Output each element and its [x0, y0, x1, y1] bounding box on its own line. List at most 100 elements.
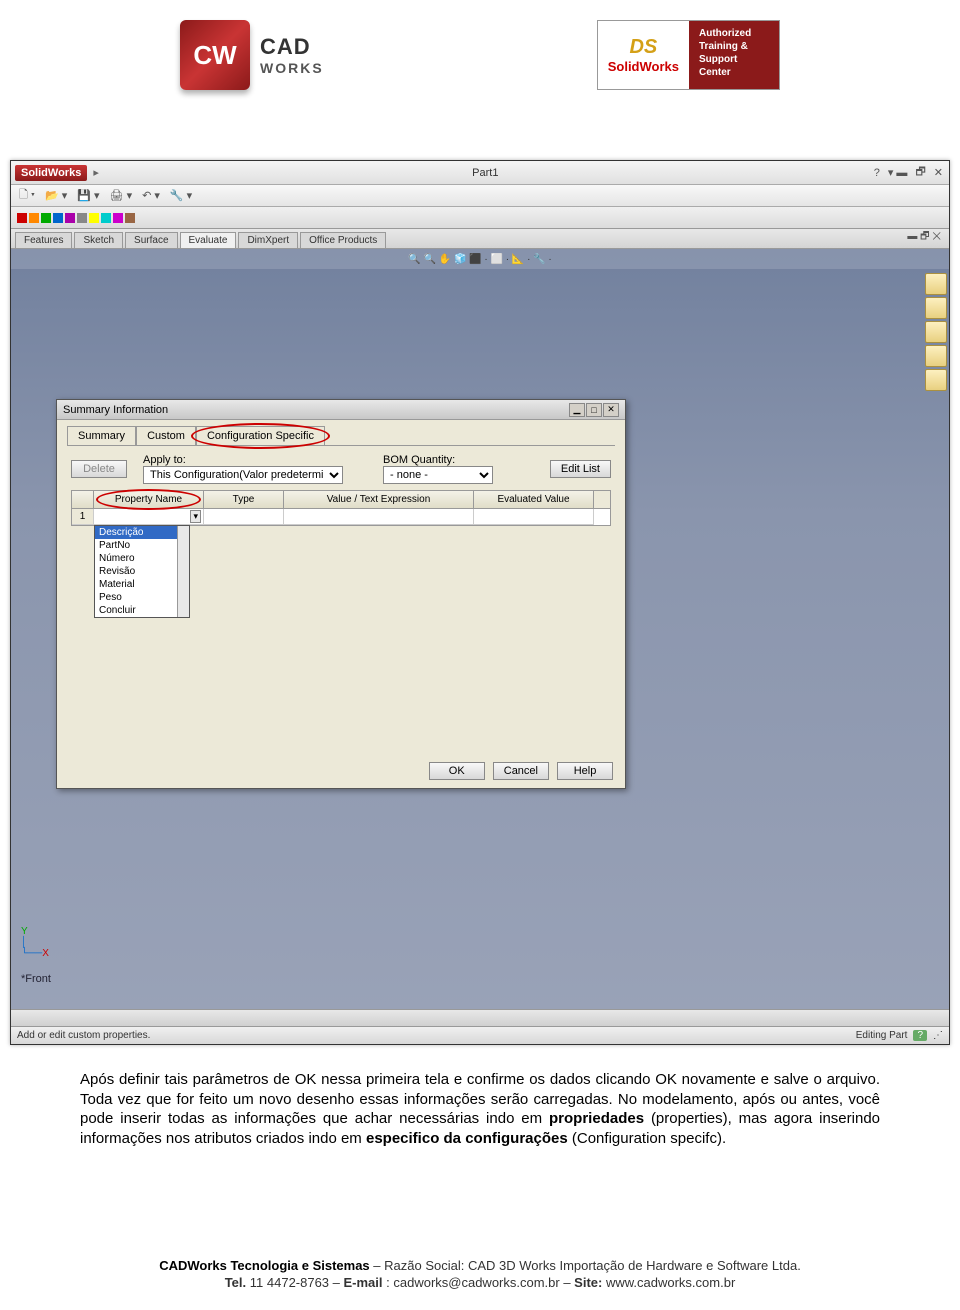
footer-company-rest: – Razão Social: CAD 3D Works Importação …	[373, 1258, 801, 1273]
tab-evaluate[interactable]: Evaluate	[180, 232, 237, 248]
minimize-icon[interactable]: ▾ ▬	[886, 166, 910, 179]
graphics-area: Summary Information ▁ □ ✕ Summary Custom…	[11, 269, 949, 1009]
document-title: Part1	[99, 167, 872, 179]
color-magenta-icon[interactable]	[113, 213, 123, 223]
property-name-dropdown[interactable]: Descrição PartNo Número Revisão Material…	[94, 525, 190, 618]
body-bold-propriedades: propriedades	[549, 1110, 644, 1127]
dropdown-item[interactable]: Material	[95, 578, 189, 591]
color-green-icon[interactable]	[41, 213, 51, 223]
dialog-tabs: Summary Custom Configuration Specific	[57, 420, 625, 445]
task-pane-icon[interactable]	[925, 273, 947, 295]
dropdown-item[interactable]: Concluir	[95, 604, 189, 617]
apply-to-combo[interactable]: This Configuration(Valor predetermina	[143, 466, 343, 484]
page-footer: CADWorks Tecnologia e Sistemas – Razão S…	[0, 1258, 960, 1310]
color-yellow-icon[interactable]	[89, 213, 99, 223]
color-gray-icon[interactable]	[77, 213, 87, 223]
help-menu[interactable]: ?	[872, 167, 882, 179]
status-help-icon[interactable]: ?	[913, 1030, 927, 1041]
tab-office-products[interactable]: Office Products	[300, 232, 386, 248]
solidworks-badge-text: Authorized Training & Support Center	[689, 21, 779, 89]
delete-button[interactable]: Delete	[71, 460, 127, 478]
viewport-restore-icon[interactable]: ▬ 🗗 ✕	[903, 227, 945, 248]
status-mode: Editing Part	[856, 1030, 908, 1041]
summary-information-dialog: Summary Information ▁ □ ✕ Summary Custom…	[56, 399, 626, 789]
color-blue-icon[interactable]	[53, 213, 63, 223]
task-pane-icon[interactable]	[925, 369, 947, 391]
footer-site-label: Site:	[574, 1275, 602, 1290]
color-purple-icon[interactable]	[65, 213, 75, 223]
solidworks-name: SolidWorks	[608, 59, 679, 74]
cadworks-subname: WORKS	[260, 60, 324, 76]
dropdown-item[interactable]: Descrição	[95, 526, 189, 539]
dialog-titlebar[interactable]: Summary Information ▁ □ ✕	[57, 400, 625, 420]
bom-quantity-label: BOM Quantity:	[383, 454, 493, 466]
value-cell[interactable]	[284, 509, 474, 525]
col-type[interactable]: Type	[204, 491, 284, 508]
dropdown-item[interactable]: Revisão	[95, 565, 189, 578]
help-button[interactable]: Help	[557, 762, 613, 780]
color-toolbar	[11, 207, 949, 229]
dialog-footer: OK Cancel Help	[429, 762, 613, 780]
restore-icon[interactable]: 🗗	[913, 163, 927, 182]
view-toolbar[interactable]: 🔍 🔍 ✋ 🧊 ⬛ · ⬜ · 📐 · 🔧 ·	[11, 249, 949, 269]
cancel-button[interactable]: Cancel	[493, 762, 549, 780]
ok-button[interactable]: OK	[429, 762, 485, 780]
cadworks-name: CAD	[260, 34, 311, 59]
task-pane-icon[interactable]	[925, 297, 947, 319]
dialog-minimize-icon[interactable]: ▁	[569, 403, 585, 417]
color-red-icon[interactable]	[17, 213, 27, 223]
view-triad-icon: Y │ └──X	[21, 926, 49, 959]
quick-access-toolbar: 🗋 ▾ 📂 ▾ 💾 ▾ 🖨 ▾ ↶ ▾ 🔧 ▾	[11, 185, 949, 207]
footer-tel: 11 4472-8763 –	[250, 1275, 344, 1290]
dropdown-item[interactable]: Número	[95, 552, 189, 565]
property-name-cell[interactable]: ▾	[94, 509, 204, 525]
save-icon[interactable]: 💾 ▾	[75, 189, 101, 202]
edit-list-button[interactable]: Edit List	[550, 460, 611, 478]
dialog-tab-custom[interactable]: Custom	[136, 426, 196, 445]
solidworks-screenshot: SolidWorks ▸ Part1 ? ▾ ▬ 🗗 ✕ 🗋 ▾ 📂 ▾ 💾 ▾…	[10, 160, 950, 1045]
task-pane-icon[interactable]	[925, 345, 947, 367]
solidworks-badge: DS SolidWorks Authorized Training & Supp…	[597, 20, 780, 90]
tab-sketch[interactable]: Sketch	[74, 232, 123, 248]
dialog-tab-configuration-specific[interactable]: Configuration Specific	[196, 426, 325, 445]
dialog-maximize-icon[interactable]: □	[586, 403, 602, 417]
dialog-tab-summary[interactable]: Summary	[67, 426, 136, 445]
tab-dimxpert[interactable]: DimXpert	[238, 232, 298, 248]
col-evaluated[interactable]: Evaluated Value	[474, 491, 594, 508]
footer-email: : cadworks@cadworks.com.br –	[386, 1275, 574, 1290]
tab-features[interactable]: Features	[15, 232, 72, 248]
col-property-name[interactable]: Property Name	[94, 491, 204, 508]
dialog-title: Summary Information	[63, 404, 168, 416]
close-icon[interactable]: ✕	[932, 166, 945, 179]
color-cyan-icon[interactable]	[101, 213, 111, 223]
status-grip-icon: ⋰	[933, 1030, 943, 1041]
dropdown-item[interactable]: Peso	[95, 591, 189, 604]
body-text-3: (Configuration specifc).	[572, 1130, 726, 1147]
col-value[interactable]: Value / Text Expression	[284, 491, 474, 508]
new-icon[interactable]: 🗋 ▾	[17, 186, 37, 205]
open-icon[interactable]: 📂 ▾	[43, 189, 69, 202]
status-bar: Add or edit custom properties. Editing P…	[11, 1026, 949, 1044]
dialog-close-icon[interactable]: ✕	[603, 403, 619, 417]
color-brown-icon[interactable]	[125, 213, 135, 223]
footer-company: CADWorks Tecnologia e Sistemas	[159, 1258, 369, 1273]
apply-to-label: Apply to:	[143, 454, 343, 466]
bom-quantity-combo[interactable]: - none -	[383, 466, 493, 484]
tab-surface[interactable]: Surface	[125, 232, 177, 248]
cadworks-logo: CW CAD WORKS	[180, 20, 324, 90]
redo-icon[interactable]: 🔧 ▾	[168, 189, 194, 202]
dropdown-item[interactable]: PartNo	[95, 539, 189, 552]
app-brand: SolidWorks	[15, 165, 87, 181]
dropdown-scrollbar[interactable]	[177, 526, 189, 617]
dropdown-arrow-icon[interactable]: ▾	[190, 510, 201, 523]
properties-grid: Property Name Type Value / Text Expressi…	[71, 490, 611, 526]
footer-tel-label: Tel.	[225, 1275, 246, 1290]
task-pane-icon[interactable]	[925, 321, 947, 343]
color-orange-icon[interactable]	[29, 213, 39, 223]
undo-icon[interactable]: ↶ ▾	[140, 189, 162, 202]
type-cell[interactable]	[204, 509, 284, 525]
page-header: CW CAD WORKS DS SolidWorks Authorized Tr…	[0, 0, 960, 100]
body-bold-especifico: especifico da configurações	[366, 1130, 572, 1147]
grid-corner	[72, 491, 94, 508]
print-icon[interactable]: 🖨 ▾	[108, 189, 135, 202]
